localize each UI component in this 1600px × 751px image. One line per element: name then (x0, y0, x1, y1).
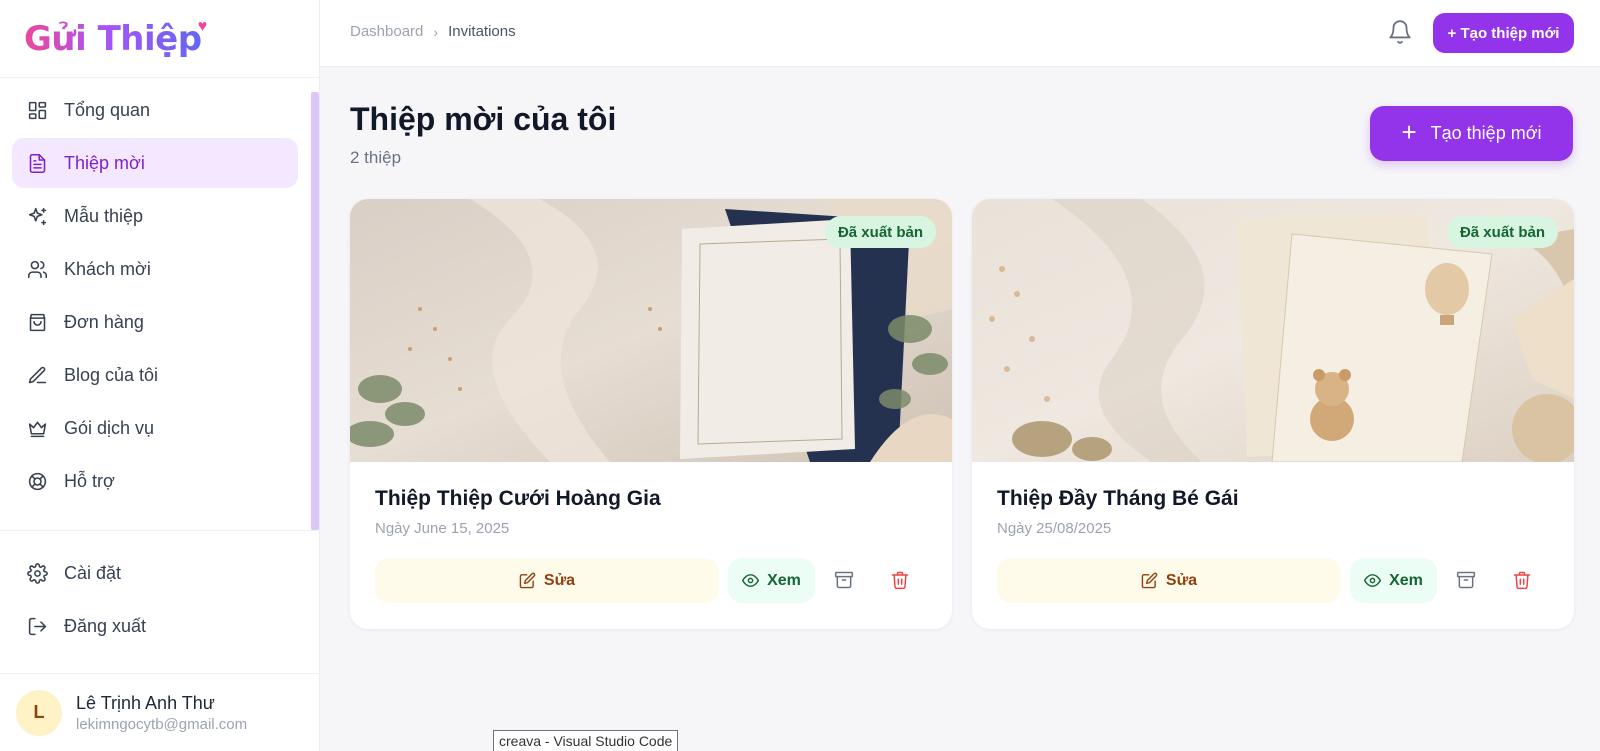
heart-icon: ♥ (197, 17, 208, 35)
archive-icon (834, 571, 854, 589)
archive-icon (1456, 571, 1476, 589)
sidebar-item-blog[interactable]: Blog của tôi (12, 350, 298, 400)
sidebar-item-overview[interactable]: Tổng quan (12, 85, 298, 135)
card-title: Thiệp Đầy Tháng Bé Gái (997, 487, 1239, 510)
sidebar-item-label: Mẫu thiệp (64, 205, 144, 226)
logo[interactable]: Gửi Thiệp ♥ (0, 0, 319, 78)
card-date: Ngày 25/08/2025 (997, 520, 1112, 537)
sidebar-item-invitations[interactable]: Thiệp mời (12, 138, 298, 188)
sidebar-item-label: Gói dịch vụ (64, 417, 155, 438)
breadcrumb-invitations: Invitations (448, 23, 516, 40)
avatar: L (16, 689, 62, 736)
edit-icon (519, 572, 536, 589)
view-label: Xem (767, 571, 801, 589)
sidebar-item-label: Đơn hàng (64, 311, 144, 332)
crown-icon (26, 417, 48, 439)
sparkles-icon (26, 205, 48, 227)
create-invitation-button[interactable]: + Tạo thiệp mới (1370, 106, 1573, 161)
plus-icon: + (1401, 116, 1417, 147)
delete-button[interactable] (886, 566, 914, 594)
logout-icon (26, 615, 48, 637)
breadcrumb-dashboard[interactable]: Dashboard (350, 23, 423, 40)
sidebar: Gửi Thiệp ♥ Tổng quan Thiệp mời Mẫu thiệ… (0, 0, 320, 751)
pen-icon (26, 364, 48, 386)
sidebar-item-support[interactable]: Hỗ trợ (12, 456, 298, 506)
eye-icon (1364, 574, 1382, 587)
sidebar-item-templates[interactable]: Mẫu thiệp (12, 191, 298, 241)
taskbar-tooltip: creava - Visual Studio Code (493, 730, 679, 751)
invitation-count: 2 thiệp (350, 148, 402, 167)
document-icon (26, 152, 48, 174)
status-badge: Đã xuất bản (824, 216, 936, 248)
chevron-right-icon: › (433, 23, 439, 40)
sidebar-item-logout[interactable]: Đăng xuất (12, 601, 298, 651)
sidebar-item-settings[interactable]: Cài đặt (12, 548, 298, 598)
archive-button[interactable] (830, 566, 858, 594)
user-email: lekimngocytb@gmail.com (76, 715, 248, 733)
trash-icon (891, 571, 909, 590)
create-invitation-label: Tạo thiệp mới (1430, 123, 1542, 143)
card-date: Ngày June 15, 2025 (375, 520, 510, 537)
bell-icon[interactable] (1387, 19, 1415, 47)
invitation-card[interactable]: Đã xuất bản Thiệp Thiệp Cưới Hoàng Gia N… (350, 199, 952, 629)
logo-text: Gửi Thiệp (24, 18, 202, 59)
sidebar-item-label: Blog của tôi (64, 364, 159, 385)
sidebar-item-label: Cài đặt (64, 562, 122, 583)
topbar: Dashboard › Invitations + Tạo thiệp mới (320, 0, 1600, 67)
invitation-card[interactable]: Đã xuất bản Thiệp Đầy Tháng Bé Gái Ngày … (972, 199, 1574, 629)
card-cover-image[interactable]: Đã xuất bản (972, 199, 1574, 462)
lifebuoy-icon (26, 470, 48, 492)
dashboard-icon (26, 99, 48, 121)
view-label: Xem (1389, 571, 1423, 589)
sidebar-item-label: Thiệp mời (64, 152, 145, 173)
user-profile[interactable]: L Lê Trịnh Anh Thư lekimngocytb@gmail.co… (0, 673, 320, 751)
archive-button[interactable] (1452, 566, 1480, 594)
sidebar-item-orders[interactable]: Đơn hàng (12, 297, 298, 347)
sidebar-item-label: Khách mời (64, 258, 151, 279)
edit-button[interactable]: Sửa (997, 558, 1341, 603)
card-title: Thiệp Thiệp Cưới Hoàng Gia (375, 487, 661, 510)
sidebar-nav: Tổng quan Thiệp mời Mẫu thiệp Khách mời … (0, 78, 319, 530)
edit-label: Sửa (543, 571, 576, 589)
user-name: Lê Trịnh Anh Thư (76, 692, 215, 713)
sidebar-item-label: Hỗ trợ (64, 470, 115, 491)
status-badge: Đã xuất bản (1446, 216, 1558, 248)
edit-icon (1141, 572, 1158, 589)
view-button[interactable]: Xem (728, 558, 815, 603)
trash-icon (1513, 571, 1531, 590)
shopping-bag-icon (26, 311, 48, 333)
users-icon (26, 258, 48, 280)
sidebar-item-label: Tổng quan (64, 99, 151, 120)
card-cover-image[interactable]: Đã xuất bản (350, 199, 952, 462)
sidebar-bottom-nav: Cài đặt Đăng xuất (0, 530, 320, 654)
page-title: Thiệp mời của tôi (350, 101, 617, 137)
sidebar-item-guests[interactable]: Khách mời (12, 244, 298, 294)
edit-button[interactable]: Sửa (375, 558, 719, 603)
sidebar-item-label: Đăng xuất (64, 615, 147, 636)
breadcrumb: Dashboard › Invitations (350, 23, 516, 40)
delete-button[interactable] (1508, 566, 1536, 594)
edit-label: Sửa (1165, 571, 1198, 589)
sidebar-item-plans[interactable]: Gói dịch vụ (12, 403, 298, 453)
eye-icon (742, 574, 760, 587)
view-button[interactable]: Xem (1350, 558, 1437, 603)
topbar-create-button[interactable]: + Tạo thiệp mới (1433, 13, 1574, 53)
sidebar-scrollbar[interactable] (311, 92, 319, 530)
gear-icon (26, 562, 48, 584)
